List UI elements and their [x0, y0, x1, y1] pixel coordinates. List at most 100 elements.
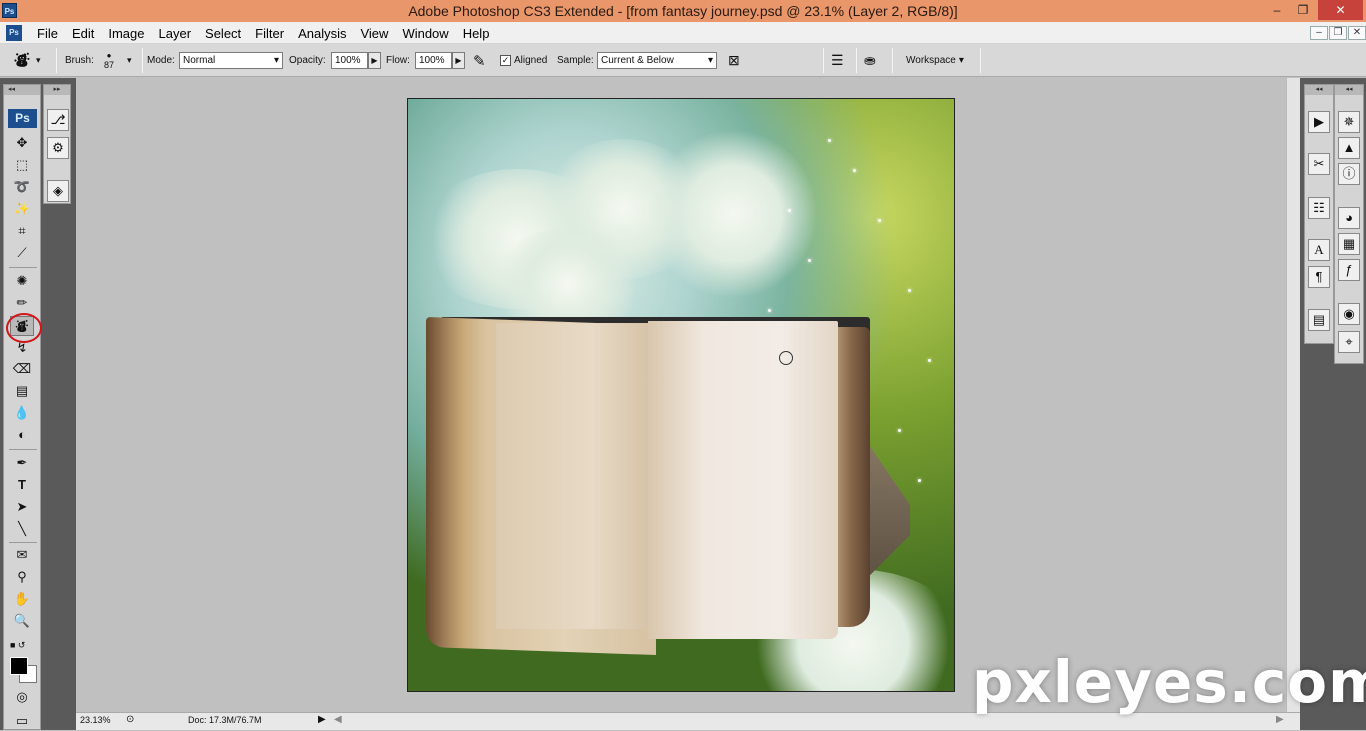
gradient-tool-icon[interactable]: ▤: [10, 381, 34, 401]
tool-presets-icon[interactable]: ✂: [1308, 153, 1330, 175]
history-panel-icon[interactable]: ⎇: [47, 109, 69, 131]
doc-size: Doc: 17.3M/76.7M: [188, 715, 262, 725]
move-tool-icon[interactable]: ✥: [10, 133, 34, 153]
sample-select[interactable]: Current & Below: [597, 52, 717, 69]
opacity-input[interactable]: 100%: [331, 52, 368, 69]
menu-filter[interactable]: Filter: [248, 26, 291, 41]
swap-colors-icon[interactable]: ■ ↺: [10, 635, 34, 655]
menu-view[interactable]: View: [353, 26, 395, 41]
healing-brush-tool-icon[interactable]: ✺: [10, 271, 34, 291]
book-left-page: [496, 323, 656, 629]
window-title: Adobe Photoshop CS3 Extended - [from fan…: [408, 3, 958, 19]
marquee-tool-icon[interactable]: ⬚: [10, 155, 34, 175]
menu-image[interactable]: Image: [101, 26, 151, 41]
mode-select[interactable]: Normal: [179, 52, 283, 69]
brush-dropdown-icon[interactable]: ▾: [127, 44, 132, 77]
menu-edit[interactable]: Edit: [65, 26, 101, 41]
book-right-page: [648, 321, 838, 639]
foreground-color-swatch[interactable]: [10, 657, 28, 675]
dock-b-collapse-icon[interactable]: ◂◂: [1335, 85, 1363, 95]
paragraph-panel-icon[interactable]: ¶: [1308, 266, 1330, 288]
airbrush-icon[interactable]: ✎: [473, 44, 486, 77]
ignore-adjustment-layers-icon[interactable]: ⊠: [728, 44, 740, 77]
checkmark-icon: ✓: [500, 55, 511, 66]
menu-layer[interactable]: Layer: [152, 26, 199, 41]
dock-a-collapse-icon[interactable]: ◂◂: [1305, 85, 1333, 95]
status-menu-arrow-icon[interactable]: ▶: [318, 714, 326, 725]
open-book: [426, 316, 876, 657]
menu-select[interactable]: Select: [198, 26, 248, 41]
toolbox-collapse-icon[interactable]: ◂◂: [4, 85, 40, 95]
right-dock-a: ◂◂ ▶ ✂ ☷ A ¶ ▤: [1304, 84, 1334, 344]
scroll-left-icon[interactable]: ◀: [334, 714, 342, 725]
clone-stamp-preset-icon[interactable]: ⛇ ▾: [14, 44, 41, 77]
slice-tool-icon[interactable]: ⟋: [10, 243, 34, 263]
brush-size: 87: [104, 59, 115, 70]
doc-restore-button[interactable]: ❐: [1329, 26, 1347, 40]
aligned-checkbox[interactable]: ✓ Aligned: [500, 44, 547, 77]
doc-minimize-button[interactable]: –: [1310, 26, 1328, 40]
screen-mode-icon[interactable]: ▭: [10, 711, 34, 731]
ps-logo: Ps: [8, 109, 37, 128]
brush-cursor: [779, 351, 793, 365]
actions-panel-icon[interactable]: ⚙: [47, 137, 69, 159]
swatches-panel-icon[interactable]: ▦: [1338, 233, 1360, 255]
status-info-icon[interactable]: ⊙: [126, 714, 134, 725]
brush-picker[interactable]: ● 87: [104, 44, 114, 77]
menu-window[interactable]: Window: [395, 26, 455, 41]
blur-tool-icon[interactable]: 💧: [10, 403, 34, 423]
dock-collapse-icon[interactable]: ▸▸: [44, 85, 70, 95]
styles-panel-icon[interactable]: ƒ: [1338, 259, 1360, 281]
eyedropper-tool-icon[interactable]: ⚲: [10, 567, 34, 587]
paths-panel-icon[interactable]: ⌖: [1338, 331, 1360, 353]
line-tool-icon[interactable]: ╲: [10, 519, 34, 539]
type-tool-icon[interactable]: T: [10, 475, 34, 495]
color-panel-icon[interactable]: ◕: [1338, 207, 1360, 229]
aligned-label: Aligned: [514, 55, 548, 66]
menu-file[interactable]: File: [30, 26, 65, 41]
opacity-label: Opacity:: [289, 55, 326, 66]
menu-analysis[interactable]: Analysis: [291, 26, 353, 41]
flow-input[interactable]: 100%: [415, 52, 452, 69]
ps-menu-icon[interactable]: Ps: [6, 25, 22, 41]
mode-label: Mode:: [147, 55, 175, 66]
clone-source-panel-icon[interactable]: ▤: [1308, 309, 1330, 331]
hand-tool-icon[interactable]: ✋: [10, 589, 34, 609]
bridge-icon[interactable]: ⛂: [864, 44, 876, 77]
navigator-panel-icon[interactable]: ✵: [1338, 111, 1360, 133]
histogram-panel-icon[interactable]: ▲: [1338, 137, 1360, 159]
crop-tool-icon[interactable]: ⌗: [10, 221, 34, 241]
flow-arrow-icon[interactable]: ▶: [452, 52, 465, 69]
sample-label: Sample:: [557, 55, 594, 66]
menu-items: File Edit Image Layer Select Filter Analysis Vi…: [30, 26, 496, 41]
doc-close-button[interactable]: ✕: [1348, 26, 1366, 40]
brush-dot-icon: ●: [106, 50, 112, 60]
zoom-level[interactable]: 23.13%: [80, 715, 111, 725]
info-panel-icon[interactable]: ⓘ: [1338, 163, 1360, 185]
menu-bar: Ps File Edit Image Layer Select Filter Analysi…: [0, 22, 1366, 44]
layers-panel-icon[interactable]: ◈: [47, 180, 69, 202]
eraser-tool-icon[interactable]: ⌫: [10, 359, 34, 379]
pen-tool-icon[interactable]: ✒: [10, 453, 34, 473]
lasso-tool-icon[interactable]: ➰: [10, 177, 34, 197]
minimize-button[interactable]: –: [1264, 0, 1290, 20]
vertical-scrollbar[interactable]: [1286, 78, 1300, 712]
dodge-tool-icon[interactable]: ◐: [10, 425, 34, 445]
brush-tool-icon[interactable]: ✏: [10, 293, 34, 313]
close-button[interactable]: ✕: [1318, 0, 1363, 20]
quick-mask-icon[interactable]: ◎: [10, 687, 34, 707]
workspace-menu[interactable]: Workspace ▾: [906, 44, 964, 77]
title-bar: Ps Adobe Photoshop CS3 Extended - [from …: [0, 0, 1366, 22]
path-selection-tool-icon[interactable]: ➤: [10, 497, 34, 517]
palette-well-icon[interactable]: ☰: [831, 44, 844, 77]
channels-panel-icon[interactable]: ◉: [1338, 303, 1360, 325]
maximize-button[interactable]: ❐: [1290, 0, 1316, 20]
character-panel-icon[interactable]: A: [1308, 239, 1330, 261]
magic-wand-tool-icon[interactable]: ✨: [10, 199, 34, 219]
opacity-arrow-icon[interactable]: ▶: [368, 52, 381, 69]
animation-panel-icon[interactable]: ▶: [1308, 111, 1330, 133]
notes-tool-icon[interactable]: ✉: [10, 545, 34, 565]
layer-comps-icon[interactable]: ☷: [1308, 197, 1330, 219]
menu-help[interactable]: Help: [456, 26, 497, 41]
zoom-tool-icon[interactable]: 🔍: [10, 611, 34, 631]
